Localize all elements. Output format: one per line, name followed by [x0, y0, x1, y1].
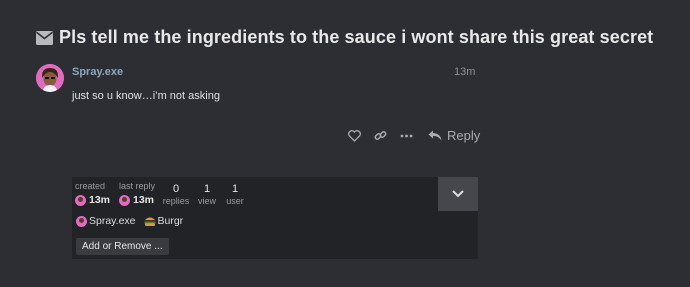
avatar[interactable]	[36, 64, 64, 92]
topic-map-summary: created 13m last reply 13m 0 replies 1 v…	[72, 177, 478, 211]
participant-name: Spray.exe	[89, 215, 136, 227]
stat-replies-label: replies	[162, 196, 190, 206]
stat-views: 1 view	[192, 183, 222, 206]
reply-icon	[428, 130, 442, 141]
post-actions: Reply	[348, 128, 480, 143]
reply-button[interactable]: Reply	[428, 128, 480, 143]
avatar	[119, 194, 130, 206]
last-reply-label: last reply	[119, 181, 156, 191]
heart-icon[interactable]	[348, 129, 361, 142]
participant-spray[interactable]: Spray.exe	[76, 215, 136, 227]
chevron-down-icon	[452, 190, 464, 198]
post-username[interactable]: Spray.exe	[72, 66, 123, 78]
topic-title[interactable]: Pls tell me the ingredients to the sauce…	[59, 27, 653, 48]
stat-views-num: 1	[203, 183, 211, 195]
avatar	[75, 194, 86, 206]
stat-users: 1 user	[220, 183, 250, 206]
created-label: created	[75, 181, 106, 191]
stat-users-label: user	[226, 196, 244, 206]
ellipsis-icon[interactable]	[400, 129, 413, 142]
expand-button[interactable]	[438, 177, 478, 211]
participants-list: Spray.exe Burgr	[76, 215, 183, 227]
participant-name: Burgr	[157, 215, 184, 227]
stat-replies-num: 0	[172, 183, 180, 195]
last-reply-value[interactable]: 13m	[119, 194, 154, 206]
envelope-icon	[36, 30, 53, 45]
stat-views-label: view	[197, 196, 216, 206]
post-time[interactable]: 13m	[454, 66, 475, 78]
post-body: just so u know…i’m not asking	[72, 90, 220, 102]
burger-icon	[144, 217, 155, 226]
topic-title-row: Pls tell me the ingredients to the sauce…	[36, 27, 653, 48]
add-remove-button[interactable]: Add or Remove ...	[76, 238, 169, 255]
avatar	[76, 215, 87, 227]
participant-burgr[interactable]: Burgr	[144, 215, 184, 227]
created-value[interactable]: 13m	[75, 194, 110, 206]
reply-label: Reply	[447, 128, 481, 143]
last-reply-time: 13m	[133, 194, 155, 206]
topic-map: created 13m last reply 13m 0 replies 1 v…	[72, 177, 478, 259]
created-time: 13m	[89, 194, 111, 206]
link-icon[interactable]	[374, 129, 387, 142]
stat-replies: 0 replies	[161, 183, 191, 206]
stat-users-num: 1	[231, 183, 239, 195]
